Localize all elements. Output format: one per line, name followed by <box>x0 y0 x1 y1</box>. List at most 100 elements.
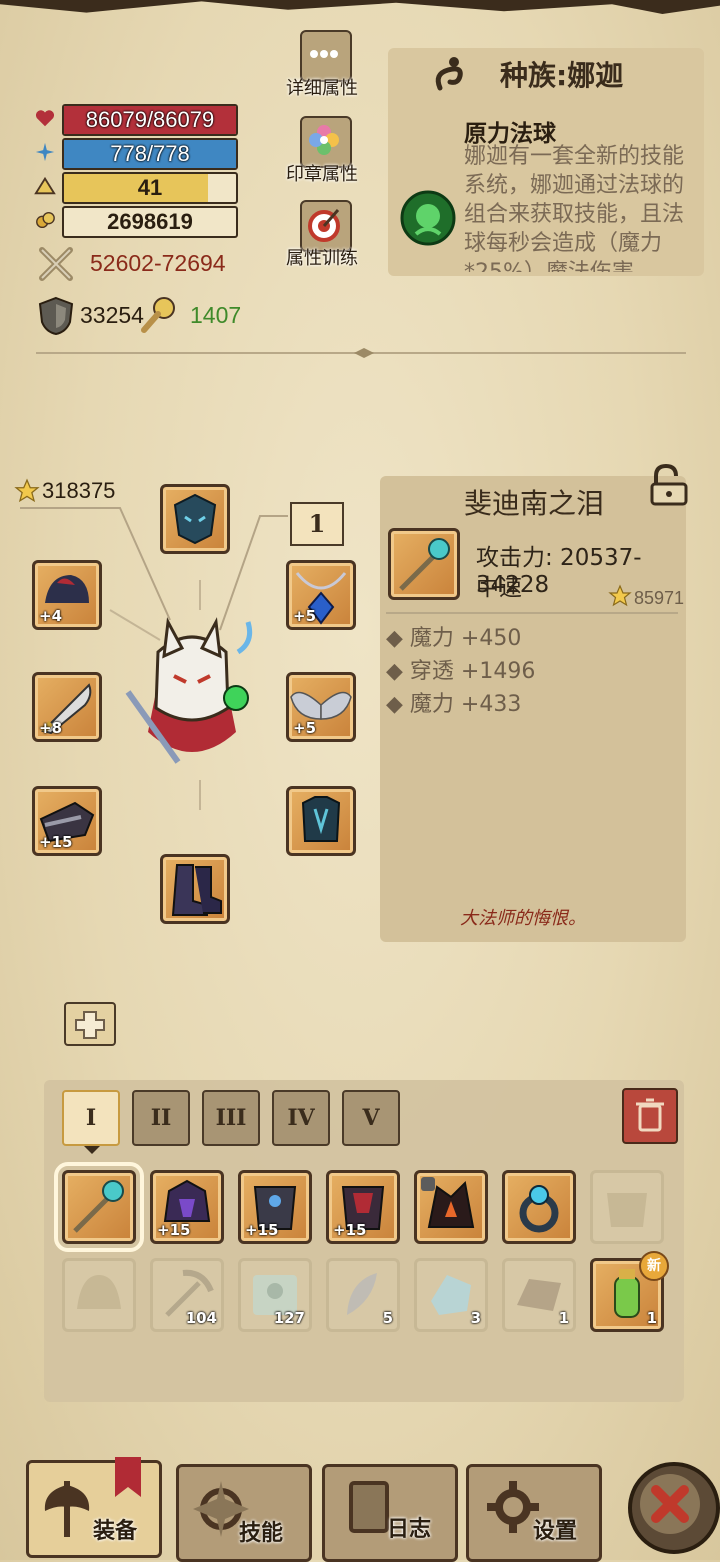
item-count: 1 <box>558 1309 569 1327</box>
nav-equipment[interactable]: 装备 <box>26 1457 162 1558</box>
seal-attributes-button[interactable]: 印章属性 <box>286 116 360 186</box>
inventory-slot[interactable] <box>414 1170 488 1244</box>
exp-value: 2698619 <box>107 209 193 234</box>
close-icon <box>640 1474 700 1534</box>
exp-bar: 2698619 <box>62 206 238 238</box>
naga-snake-icon <box>435 57 463 91</box>
attribute-training-button[interactable]: 属性训练 <box>286 200 360 270</box>
inventory-slot[interactable]: 127 <box>238 1258 312 1332</box>
enhance-level: +15 <box>333 1221 367 1239</box>
item-score: 85971 <box>634 588 685 608</box>
nav-journal[interactable]: 日志 <box>322 1464 458 1562</box>
mana-value: 778/778 <box>110 141 190 166</box>
crossed-swords-icon <box>39 247 73 281</box>
tab-page-5[interactable]: V <box>342 1090 400 1146</box>
character-avatar <box>125 617 253 764</box>
power-score: 318375 <box>42 478 116 503</box>
attack-value: 52602-72694 <box>90 250 226 276</box>
trash-icon <box>636 1098 664 1132</box>
cross-plus-icon <box>75 1011 105 1039</box>
bookmark-ribbon <box>115 1457 141 1497</box>
enhance-level: +5 <box>293 607 317 625</box>
faded-item-icon <box>607 1193 647 1227</box>
equip-slot-wings[interactable]: +5 <box>286 672 356 742</box>
inventory-slot[interactable]: +15 <box>238 1170 312 1244</box>
equip-slot-helmet[interactable]: +4 <box>32 560 102 630</box>
side-button-label: 详细属性 <box>286 78 358 99</box>
staff-icon <box>73 1180 124 1233</box>
equip-slot-mask[interactable] <box>160 484 230 554</box>
equip-slot-armor[interactable] <box>286 786 356 856</box>
equip-slot-necklace[interactable]: +5 <box>286 560 356 630</box>
enhance-level: +5 <box>293 719 317 737</box>
inventory-slot[interactable] <box>62 1258 136 1332</box>
enhance-level: +15 <box>39 833 73 851</box>
tab-page-1[interactable]: I <box>62 1090 120 1146</box>
nav-label: 装备 <box>93 1519 138 1544</box>
race-title: 种族:娜迦 <box>500 59 624 92</box>
nav-label: 技能 <box>239 1521 284 1546</box>
hp-value: 86079/86079 <box>85 107 215 132</box>
armor-value: 33254 <box>80 302 144 328</box>
detail-attributes-button[interactable]: 详细属性 <box>286 30 360 100</box>
item-name: 斐迪南之泪 <box>464 487 605 520</box>
inventory-slot[interactable]: 5 <box>326 1258 400 1332</box>
force-orb-icon <box>400 190 456 246</box>
inventory-slot[interactable]: 104 <box>150 1258 224 1332</box>
star-icon <box>14 478 40 503</box>
nav-label: 日志 <box>387 1517 432 1542</box>
triangle-level-icon <box>34 176 56 195</box>
lock-icon[interactable] <box>646 462 692 508</box>
axe-icon <box>44 1481 90 1537</box>
race-panel: 种族:娜迦 原力法球 娜迦有一套全新的技能系统，娜迦通过法球的组合来获取技能，且… <box>388 48 704 276</box>
item-speed: 中速 <box>476 575 522 601</box>
faded-hat-icon <box>77 1275 121 1309</box>
equip-slot-weapon[interactable]: +8 <box>32 672 102 742</box>
race-description: 娜迦有一套全新的技能系统，娜迦通过法球的组合来获取技能，且法球每秒会造成（魔力*… <box>464 144 685 272</box>
tab-page-4[interactable]: IV <box>272 1090 330 1146</box>
enhance-level: +8 <box>39 719 63 737</box>
item-count: 127 <box>273 1309 305 1327</box>
close-button[interactable] <box>628 1462 720 1554</box>
level-bar: 41 <box>62 172 238 204</box>
inventory-slot[interactable] <box>54 1162 144 1252</box>
mask-icon <box>173 493 217 545</box>
new-badge: 新 <box>639 1251 669 1281</box>
item-prop: ◆ 魔力 +450 <box>386 626 522 651</box>
tab-page-3[interactable]: III <box>202 1090 260 1146</box>
armor-icon <box>301 796 341 842</box>
side-button-label: 印章属性 <box>286 164 358 185</box>
inventory-slot[interactable]: 1 <box>502 1258 576 1332</box>
equipment-set-badge[interactable]: 1 <box>290 502 344 546</box>
inventory-slot[interactable]: +15 <box>150 1170 224 1244</box>
equip-slot-gauntlet[interactable]: +15 <box>32 786 102 856</box>
inventory-slot[interactable] <box>590 1170 664 1244</box>
side-button-label: 属性训练 <box>286 248 358 269</box>
hp-bar: 86079/86079 <box>62 104 238 136</box>
enhance-level: +15 <box>245 1221 279 1239</box>
inventory-slot[interactable] <box>502 1170 576 1244</box>
boots-icon <box>171 864 222 916</box>
item-detail-panel: 斐迪南之泪 攻击力: 20537-34228 中速 85971 ◆ 魔力 +45… <box>380 476 686 942</box>
level-value: 41 <box>137 175 163 200</box>
item-count: 1 <box>646 1309 657 1327</box>
enhance-level: +15 <box>157 1221 191 1239</box>
mana-bar: 778/778 <box>62 138 238 170</box>
nav-settings[interactable]: 设置 <box>466 1464 602 1562</box>
ring-icon <box>519 1185 559 1233</box>
inventory-slot[interactable]: 1 新 <box>590 1251 669 1332</box>
mana-star-icon <box>35 142 55 162</box>
shield-icon <box>38 296 74 336</box>
coins-icon <box>36 211 55 229</box>
equip-slot-boots[interactable] <box>160 854 230 924</box>
trash-button[interactable] <box>622 1088 678 1144</box>
divider-ornament <box>354 348 374 358</box>
nav-skills[interactable]: 技能 <box>176 1464 312 1562</box>
expand-button[interactable] <box>64 1002 116 1046</box>
inventory-slot[interactable]: +15 <box>326 1170 400 1244</box>
enhance-level: +4 <box>39 607 63 625</box>
inventory-slot[interactable]: 3 <box>414 1258 488 1332</box>
item-divider <box>386 612 678 614</box>
tab-page-2[interactable]: II <box>132 1090 190 1146</box>
staff-icon <box>399 538 450 591</box>
